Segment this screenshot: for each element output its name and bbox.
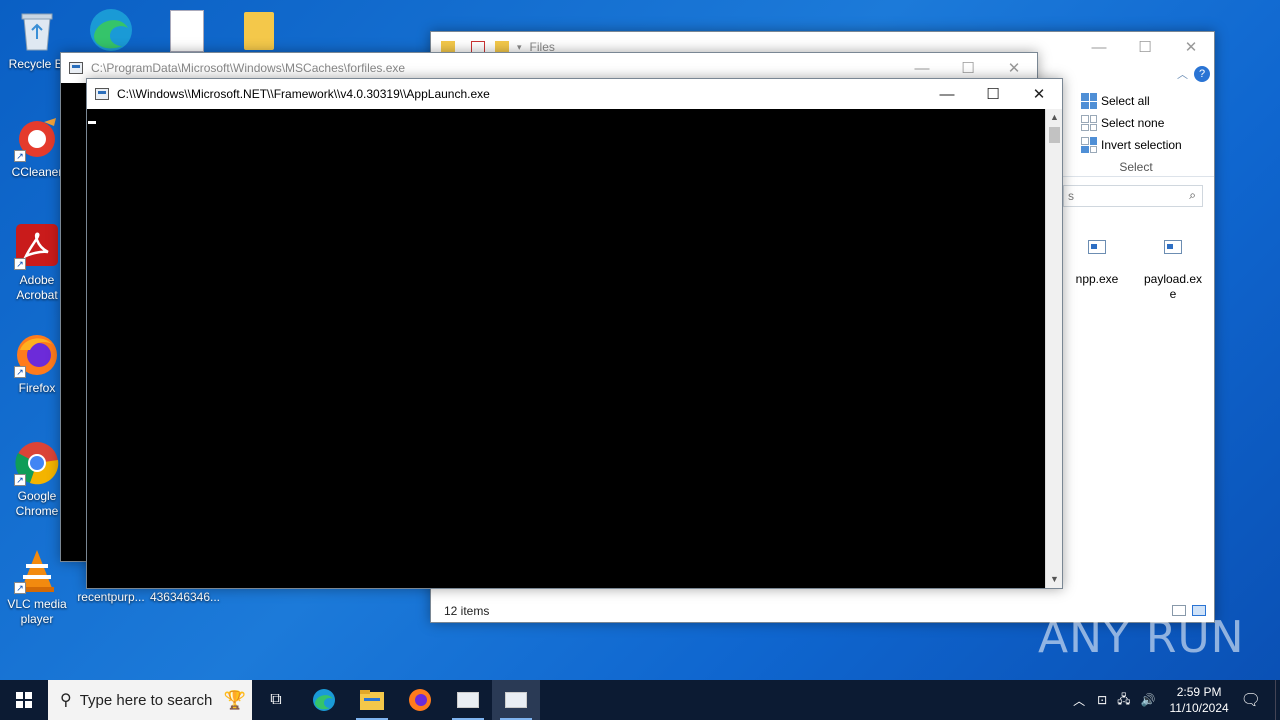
taskbar-search-box[interactable]: ⚲ Type here to search 🏆 — [48, 680, 252, 720]
edge-desktop-icon[interactable] — [86, 6, 136, 52]
file-item-npp[interactable]: npp.exe — [1065, 240, 1129, 287]
select-all-label: Select all — [1101, 94, 1150, 108]
text-cursor — [88, 121, 96, 124]
volume-icon[interactable]: 🔊 — [1141, 693, 1156, 707]
maximize-button[interactable]: ☐ — [1122, 32, 1168, 62]
maximize-button[interactable]: ☐ — [970, 79, 1016, 109]
network-icon[interactable]: 🖧 — [1117, 690, 1130, 711]
folder-desktop-icon[interactable] — [244, 12, 274, 50]
document-desktop-icon[interactable] — [170, 10, 204, 52]
clock-date: 11/10/2024 — [1169, 701, 1229, 715]
adobe-acrobat-icon: ↗ — [14, 224, 60, 270]
desktop-icon-label: Google Chrome — [15, 489, 59, 518]
scroll-down-arrow-icon[interactable]: ▼ — [1046, 571, 1063, 588]
search-placeholder: Type here to search — [79, 691, 213, 709]
recycle-bin-icon — [14, 8, 60, 54]
vlc-icon: ↗ — [14, 548, 60, 594]
ribbon-collapse-icon[interactable]: ︿ — [1177, 66, 1188, 82]
notifications-icon[interactable]: 🗨 — [1241, 690, 1261, 710]
status-bar-count: 12 items — [444, 604, 490, 618]
shortcut-arrow-icon: ↗ — [14, 582, 26, 594]
chevron-down-icon[interactable]: ▾ — [517, 42, 522, 53]
desktop-icon-label: Firefox — [18, 381, 56, 395]
desktop-icon-label: VLC media player — [7, 597, 67, 626]
search-highlight-icon: 🏆 — [223, 689, 246, 710]
shortcut-arrow-icon: ↗ — [14, 474, 26, 486]
desktop-icon-label: CCleaner — [11, 165, 63, 179]
select-none-button[interactable]: Select none — [1081, 112, 1191, 134]
shortcut-arrow-icon: ↗ — [14, 150, 26, 162]
ribbon-select-group: Select all Select none Invert selection … — [1081, 90, 1191, 174]
invert-selection-button[interactable]: Invert selection — [1081, 134, 1191, 156]
close-button[interactable]: ✕ — [1168, 32, 1214, 62]
applaunch-title: C:\\Windows\\Microsoft.NET\\Framework\\v… — [117, 87, 490, 101]
task-view-icon: ⧉ — [270, 691, 282, 708]
select-all-button[interactable]: Select all — [1081, 90, 1191, 112]
taskbar-edge-button[interactable] — [300, 680, 348, 720]
exe-file-icon — [1164, 240, 1182, 254]
search-icon: ⚲ — [60, 692, 72, 709]
ribbon-group-label: Select — [1119, 160, 1153, 174]
clock-time: 2:59 PM — [1176, 685, 1222, 699]
applaunch-console-window[interactable]: C:\\Windows\\Microsoft.NET\\Framework\\v… — [86, 78, 1063, 589]
help-icon[interactable]: ? — [1194, 66, 1210, 82]
console-app-icon — [69, 62, 83, 74]
select-all-icon — [1081, 93, 1097, 109]
close-button[interactable]: ✕ — [1016, 79, 1062, 109]
file-explorer-icon — [360, 690, 384, 710]
console-app-icon — [95, 88, 109, 100]
ccleaner-icon: ↗ — [14, 116, 60, 162]
desktop-icon-recentpurp[interactable]: recentpurp... — [74, 590, 148, 605]
task-view-button[interactable]: ⧉ — [252, 680, 300, 720]
desktop-icon-label: Adobe Acrobat — [16, 273, 58, 302]
select-none-icon — [1081, 115, 1097, 131]
desktop-icon-436346346[interactable]: 436346346... — [148, 590, 222, 605]
taskbar-console-button-1[interactable] — [444, 680, 492, 720]
search-text: s — [1068, 189, 1074, 203]
anyrun-watermark: ANY RUN — [1038, 612, 1245, 663]
chevron-up-icon[interactable]: ︿ — [1073, 692, 1085, 709]
taskbar-explorer-button[interactable] — [348, 680, 396, 720]
minimize-button[interactable]: — — [1076, 32, 1122, 62]
taskbar-firefox-button[interactable] — [396, 680, 444, 720]
clock[interactable]: 2:59 PM 11/10/2024 — [1170, 684, 1229, 716]
file-name: npp.exe — [1075, 272, 1119, 286]
invert-selection-label: Invert selection — [1101, 138, 1182, 152]
minimize-button[interactable]: — — [924, 79, 970, 109]
console-app-icon — [505, 692, 527, 708]
system-tray: ︿ ⊡ 🖧 🔊 2:59 PM 11/10/2024 🗨 — [1073, 680, 1280, 720]
search-icon: ⌕ — [1189, 188, 1196, 202]
vertical-scrollbar[interactable]: ▲ ▼ — [1045, 109, 1062, 588]
firefox-icon: ↗ — [14, 332, 60, 378]
file-item-payload[interactable]: payload.exe — [1141, 240, 1205, 302]
scrollbar-thumb[interactable] — [1049, 127, 1060, 143]
ribbon-bottom-border — [1063, 176, 1214, 177]
shortcut-arrow-icon: ↗ — [14, 258, 26, 270]
desktop-icon-label: Recycle Bi — [8, 57, 66, 71]
desktop-icon-label: recentpurp... — [77, 590, 145, 604]
forfiles-title: C:\ProgramData\Microsoft\Windows\MSCache… — [91, 61, 406, 75]
select-none-label: Select none — [1101, 116, 1165, 130]
applaunch-titlebar[interactable]: C:\\Windows\\Microsoft.NET\\Framework\\v… — [87, 79, 1062, 109]
edge-icon — [313, 689, 335, 711]
file-name: payload.exe — [1143, 272, 1203, 301]
desktop-icon-label: 436346346... — [149, 590, 221, 604]
chrome-icon: ↗ — [14, 440, 60, 486]
firefox-icon — [409, 689, 431, 711]
network-status-icon[interactable]: ⊡ — [1097, 693, 1107, 707]
search-box[interactable]: s ⌕ — [1063, 185, 1203, 207]
windows-logo-icon — [16, 692, 32, 708]
shortcut-arrow-icon: ↗ — [14, 366, 26, 378]
start-button[interactable] — [0, 680, 48, 720]
invert-selection-icon — [1081, 137, 1097, 153]
taskbar-console-button-2[interactable] — [492, 680, 540, 720]
console-output-area[interactable] — [87, 109, 1045, 588]
taskbar: ⚲ Type here to search 🏆 ⧉ ︿ ⊡ 🖧 🔊 2:59 P… — [0, 680, 1280, 720]
exe-file-icon — [1088, 240, 1106, 254]
show-desktop-button[interactable] — [1275, 680, 1280, 720]
console-app-icon — [457, 692, 479, 708]
scroll-up-arrow-icon[interactable]: ▲ — [1046, 109, 1063, 126]
